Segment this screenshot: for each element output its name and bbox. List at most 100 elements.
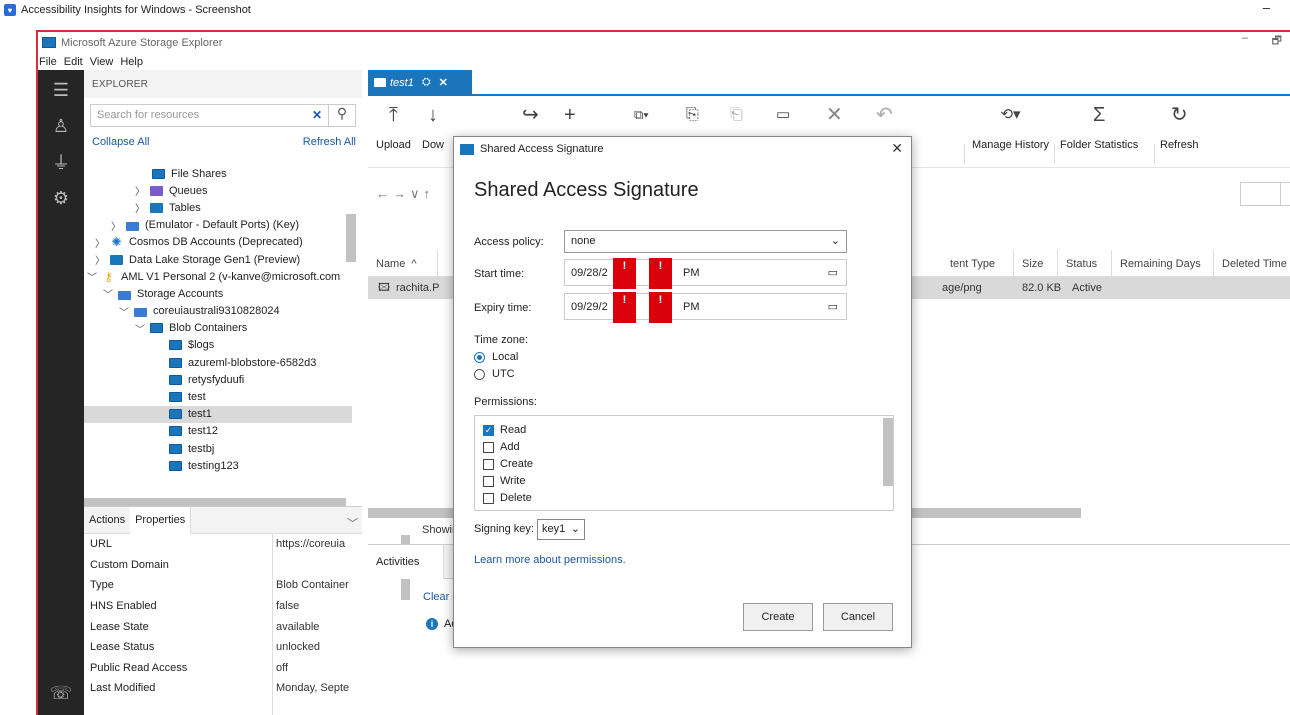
calendar-icon[interactable]: ▭ <box>828 266 838 279</box>
outer-title: Accessibility Insights for Windows - Scr… <box>21 4 251 16</box>
tab-test1[interactable]: test1 ⛭ ✕ <box>368 70 472 95</box>
tz-local-radio[interactable]: Local <box>474 351 518 363</box>
create-button[interactable]: Create <box>743 603 813 631</box>
account-icon[interactable]: ♙ <box>38 108 84 144</box>
start-time-field[interactable]: 09/28/2 PM ! ! ▭ <box>564 258 847 289</box>
tree-node-emulator[interactable]: 〉 (Emulator - Default Ports) (Key) <box>84 217 352 234</box>
expiry-time-field[interactable]: 09/29/2 PM ! ! ▭ <box>564 292 847 323</box>
permissions-scrollbar[interactable] <box>883 418 893 486</box>
tree-node-container[interactable]: azureml-blobstore-6582d3 <box>84 354 352 371</box>
search-input[interactable]: Search for resources ✕ <box>90 104 329 127</box>
explorer-list-icon[interactable]: ☰ <box>38 72 84 108</box>
column-remaining-days[interactable]: Remaining Days <box>1112 250 1214 277</box>
window-restore-button[interactable]: 🗗 <box>1272 32 1282 51</box>
plug-icon[interactable]: ⏚ <box>38 144 84 180</box>
tree-node-aml-subscription[interactable]: ﹀ ⚷ AML V1 Personal 2 (v-kanve@microsoft.c… <box>84 268 352 285</box>
permissions-list: ✓ Read Add Create Write Delete <box>474 415 894 511</box>
folder-statistics-button[interactable]: Σ Folder Statistics <box>1060 98 1138 166</box>
clear-search-icon[interactable]: ✕ <box>312 108 322 122</box>
search-icon[interactable]: ⚲ <box>329 104 356 127</box>
column-name[interactable]: Name ^ <box>368 250 438 277</box>
file-shares-icon <box>152 168 165 179</box>
container-icon <box>169 409 182 420</box>
pin-icon[interactable]: ⛭ <box>422 76 431 89</box>
upload-icon: ⤒ <box>389 104 398 126</box>
menu-view[interactable]: View <box>90 56 114 68</box>
chevron-down-icon[interactable]: ﹀ <box>102 286 114 301</box>
tree-node-container[interactable]: testbj <box>84 440 352 457</box>
chevron-down-icon[interactable]: ﹀ <box>86 269 98 284</box>
tree-node-container-selected[interactable]: test1 <box>84 405 352 423</box>
refresh-button[interactable]: ↻ Refresh <box>1160 98 1199 166</box>
tree-node-account[interactable]: ﹀ coreuiaustrali9310828024 <box>84 303 352 320</box>
upload-button[interactable]: ⤒ Upload <box>376 98 411 166</box>
tree-node-container[interactable]: testing123 <box>84 457 352 474</box>
access-policy-value: none <box>571 235 596 247</box>
panel-chevron-down-icon[interactable]: ﹀ <box>347 515 358 531</box>
menu-help[interactable]: Help <box>120 56 143 68</box>
tab-actions[interactable]: Actions <box>84 507 130 534</box>
close-tab-icon[interactable]: ✕ <box>439 76 448 89</box>
nav-arrows-icon[interactable]: ←→∨↑ <box>376 186 434 202</box>
permission-add-checkbox[interactable]: Add <box>483 441 520 453</box>
column-content-type[interactable]: tent Type <box>942 250 1014 277</box>
column-deleted-time[interactable]: Deleted Time <box>1214 250 1290 277</box>
manage-history-button[interactable]: ⟲▾ Manage History <box>972 98 1049 166</box>
storage-accounts-icon <box>118 290 131 297</box>
menu-file[interactable]: File <box>39 56 57 68</box>
refresh-all-link[interactable]: Refresh All <box>303 136 356 152</box>
tree-node-queues[interactable]: 〉 Queues <box>84 182 352 199</box>
tree-label: Storage Accounts <box>137 287 224 300</box>
tree-node-file-shares[interactable]: File Shares <box>84 165 352 182</box>
sas-dialog: Shared Access Signature ✕ Shared Access … <box>453 136 912 648</box>
download-button[interactable]: ↓ Dow <box>422 98 444 166</box>
tree-horizontal-scrollbar[interactable] <box>84 498 346 506</box>
cancel-button[interactable]: Cancel <box>823 603 893 631</box>
search-row: Search for resources ✕ ⚲ <box>84 98 362 132</box>
column-name-label: Name <box>376 257 406 270</box>
signing-key-select[interactable]: key1 ⌄ <box>537 519 585 540</box>
permission-read-checkbox[interactable]: ✓ Read <box>483 424 526 436</box>
outer-minimize-button[interactable]: – <box>1263 0 1270 15</box>
column-status[interactable]: Status <box>1058 250 1112 277</box>
tz-utc-radio[interactable]: UTC <box>474 368 515 380</box>
tree-node-blob-containers[interactable]: ﹀ Blob Containers <box>84 320 352 337</box>
learn-more-link[interactable]: Learn more about permissions. <box>474 554 626 566</box>
tree-vertical-scrollbar[interactable] <box>346 214 356 262</box>
access-policy-select[interactable]: none ⌄ <box>564 230 847 253</box>
permission-write-checkbox[interactable]: Write <box>483 475 525 487</box>
property-key: Public Read Access <box>90 661 188 674</box>
tree-node-container[interactable]: test12 <box>84 423 352 440</box>
feedback-icon[interactable]: ☏ <box>38 675 84 711</box>
tab-properties[interactable]: Properties <box>130 506 192 534</box>
tree-node-data-lake[interactable]: 〉 Data Lake Storage Gen1 (Preview) <box>84 251 352 268</box>
tree-node-storage-accounts[interactable]: ﹀ Storage Accounts <box>84 285 352 302</box>
menu-edit[interactable]: Edit <box>64 56 83 68</box>
tree-node-container[interactable]: test <box>84 388 352 405</box>
tree-node-cosmos[interactable]: 〉 ✺ Cosmos DB Accounts (Deprecated) <box>84 234 352 251</box>
collapse-all-link[interactable]: Collapse All <box>92 136 149 152</box>
permission-delete-checkbox[interactable]: Delete <box>483 492 532 504</box>
close-icon[interactable]: ✕ <box>891 140 903 157</box>
calendar-icon[interactable]: ▭ <box>828 300 838 313</box>
start-time-value: 09/28/2 <box>571 267 608 279</box>
chevron-down-icon[interactable]: ﹀ <box>118 304 130 319</box>
chevron-right-icon[interactable]: 〉 <box>94 235 106 250</box>
chevron-right-icon[interactable]: 〉 <box>94 252 106 267</box>
window-minimize-button[interactable]: – <box>1242 32 1248 44</box>
tree-node-container[interactable]: $logs <box>84 337 352 354</box>
tree-node-tables[interactable]: 〉 Tables <box>84 199 352 216</box>
chevron-right-icon[interactable]: 〉 <box>134 183 146 198</box>
address-go-button[interactable] <box>1280 182 1290 206</box>
property-value: Blob Container <box>276 579 349 592</box>
settings-gear-icon[interactable]: ⚙ <box>38 180 84 216</box>
chevron-down-icon[interactable]: ﹀ <box>134 321 146 336</box>
tree-node-container[interactable]: retysfyduufi <box>84 371 352 388</box>
tab-activities[interactable]: Activities <box>368 545 444 579</box>
chevron-right-icon[interactable]: 〉 <box>134 200 146 215</box>
column-size[interactable]: Size <box>1014 250 1058 277</box>
permission-create-checkbox[interactable]: Create <box>483 458 533 470</box>
dialog-title-bar: Shared Access Signature ✕ <box>454 137 911 161</box>
chevron-right-icon[interactable]: 〉 <box>110 218 122 233</box>
tree-label: azureml-blobstore-6582d3 <box>188 356 317 369</box>
